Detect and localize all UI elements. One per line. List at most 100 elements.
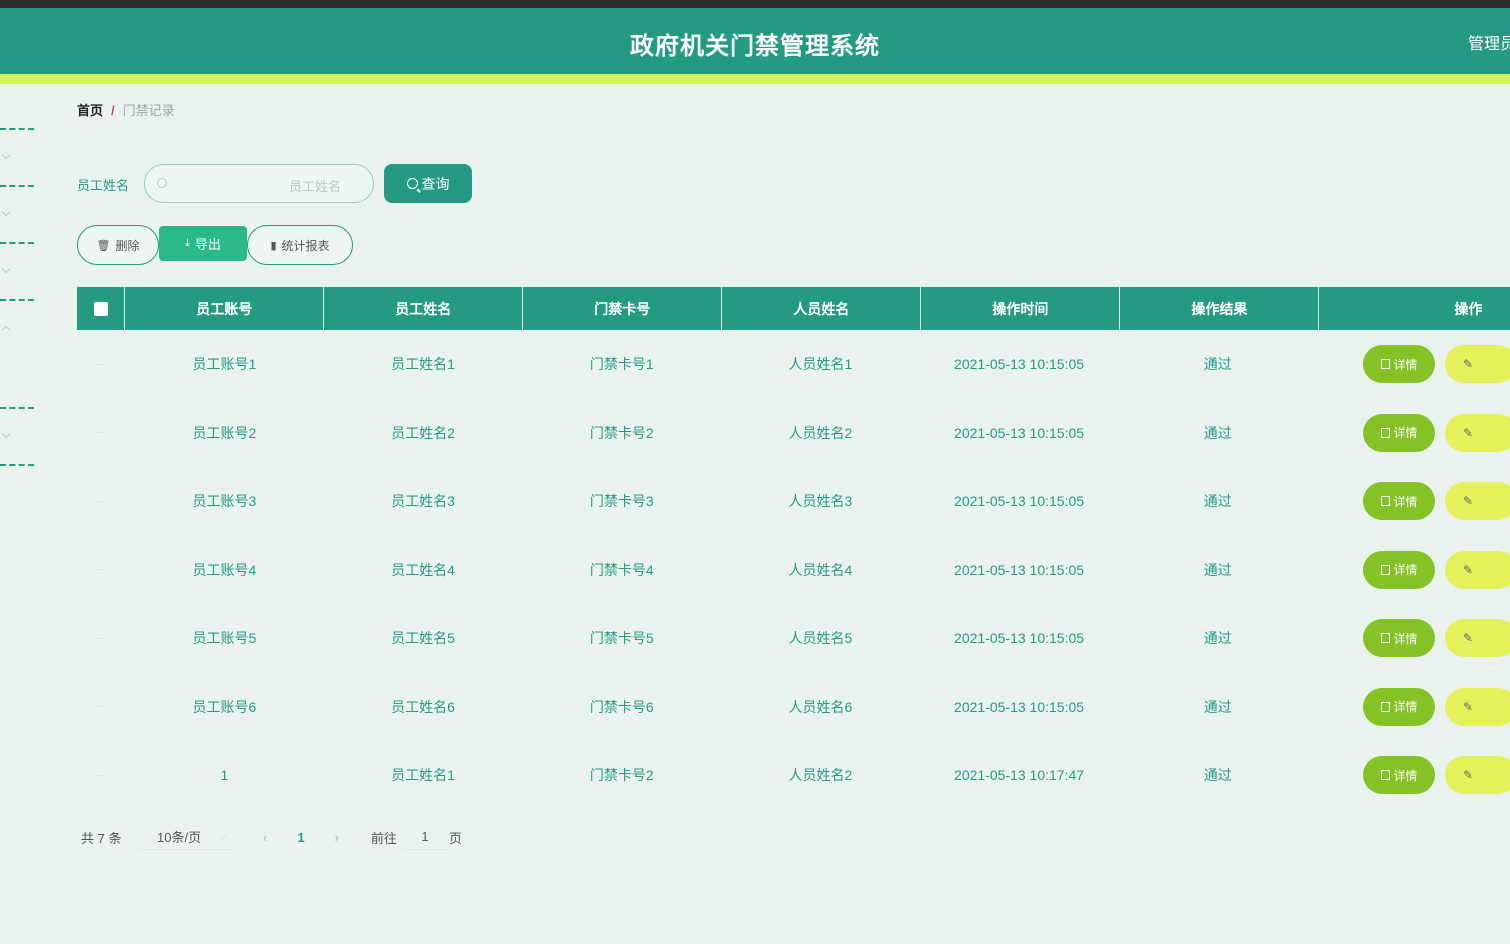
row-select-cell <box>77 706 125 708</box>
pencil-icon: ✎ <box>1463 494 1474 509</box>
app-title: 政府机关门禁管理系统 <box>630 33 880 60</box>
detail-button-label: 详情 <box>1393 700 1418 715</box>
edit-button[interactable]: ✎ <box>1445 756 1510 795</box>
column-header[interactable]: 人员姓名 <box>722 287 922 330</box>
next-page-button[interactable]: › <box>335 830 339 845</box>
table-header: 员工账号 员工姓名 门禁卡号 人员姓名 操作时间 操作结果 操作 <box>77 287 1510 330</box>
cell-time: 2021-05-13 10:15:05 <box>954 493 1085 510</box>
column-header[interactable]: 员工账号 <box>125 287 325 330</box>
select-all-cell <box>77 287 126 330</box>
cell-result: 通过 <box>1203 630 1232 647</box>
cell-card: 门禁卡号5 <box>589 630 654 647</box>
chevron-down-icon[interactable] <box>1 264 11 274</box>
row-checkbox[interactable] <box>95 706 108 708</box>
chevron-up-icon[interactable] <box>1 325 11 335</box>
row-actions: 详情 ✎ <box>1317 482 1510 521</box>
column-header[interactable]: 操作时间 <box>921 287 1121 330</box>
document-icon <box>1380 633 1390 644</box>
row-select-cell <box>77 637 125 639</box>
page-number-current[interactable]: 1 <box>297 830 304 845</box>
prev-page-button[interactable]: ‹ <box>263 830 267 845</box>
chevron-down-icon: ⌵ <box>219 831 227 842</box>
cell-person: 人员姓名2 <box>788 767 853 784</box>
row-actions: 详情 ✎ <box>1317 756 1510 795</box>
row-checkbox[interactable] <box>95 500 108 502</box>
table-row: 员工账号3 员工姓名3 门禁卡号3 人员姓名3 2021-05-13 10:15:05 通… <box>77 467 1510 536</box>
detail-button[interactable]: 详情 <box>1363 756 1436 795</box>
sidebar-item[interactable] <box>0 185 34 187</box>
detail-button-label: 详情 <box>1393 563 1418 578</box>
cell-name: 员工姓名1 <box>391 767 455 784</box>
report-button[interactable]: ▮ 统计报表 <box>247 225 353 265</box>
table-row: 员工账号6 员工姓名6 门禁卡号6 人员姓名6 2021-05-13 10:15:05 通… <box>77 673 1510 742</box>
cell-person: 人员姓名5 <box>788 630 853 647</box>
cell-name: 员工姓名5 <box>391 630 455 647</box>
sidebar-item[interactable] <box>0 464 34 466</box>
records-table: 员工账号 员工姓名 门禁卡号 人员姓名 操作时间 操作结果 操作 员工账号1 员工… <box>77 287 1510 810</box>
column-header[interactable]: 门禁卡号 <box>523 287 723 330</box>
edit-button[interactable]: ✎ <box>1445 482 1510 521</box>
row-select-cell <box>77 569 125 571</box>
column-header[interactable]: 员工姓名 <box>324 287 524 330</box>
goto-page-input[interactable]: 1 <box>402 824 447 850</box>
breadcrumb-separator: / <box>111 103 115 118</box>
cell-name: 员工姓名2 <box>391 424 455 441</box>
header-accent-bar <box>0 74 1510 84</box>
table-row: 1 员工姓名1 门禁卡号2 人员姓名2 2021-05-13 10:17:47 通过 详情… <box>77 741 1510 810</box>
detail-button[interactable]: 详情 <box>1363 413 1436 452</box>
breadcrumb-home[interactable]: 首页 <box>77 103 103 118</box>
trash-icon: 🗑 <box>96 239 111 252</box>
export-button[interactable]: ⤓ 导出 <box>159 226 247 261</box>
row-checkbox[interactable] <box>95 637 108 639</box>
detail-button[interactable]: 详情 <box>1363 482 1436 521</box>
cell-result: 通过 <box>1203 767 1232 784</box>
delete-button[interactable]: 🗑 删除 <box>77 225 159 265</box>
sidebar-item[interactable] <box>0 299 34 301</box>
query-button-label: 查询 <box>421 175 450 192</box>
row-checkbox[interactable] <box>95 432 108 434</box>
edit-button[interactable]: ✎ <box>1445 550 1510 589</box>
pencil-icon: ✎ <box>1463 357 1474 372</box>
pencil-icon: ✎ <box>1463 425 1474 440</box>
export-button-label: 导出 <box>194 237 221 252</box>
cell-account: 员工账号6 <box>192 698 257 715</box>
sidebar-item[interactable] <box>0 242 34 244</box>
cell-card: 门禁卡号1 <box>589 356 654 373</box>
row-checkbox[interactable] <box>95 774 108 776</box>
detail-button[interactable]: 详情 <box>1363 345 1436 384</box>
detail-button[interactable]: 详情 <box>1363 550 1436 589</box>
edit-button[interactable]: ✎ <box>1445 687 1510 726</box>
page-size-select[interactable]: 10条/页 ⌵ <box>139 824 235 850</box>
edit-button[interactable]: ✎ <box>1445 619 1510 658</box>
chevron-down-icon[interactable] <box>1 150 11 160</box>
detail-button[interactable]: 详情 <box>1363 687 1436 726</box>
row-checkbox[interactable] <box>95 569 108 571</box>
cell-time: 2021-05-13 10:17:47 <box>954 767 1085 784</box>
sidebar-item[interactable] <box>0 407 34 409</box>
report-button-label: 统计报表 <box>281 238 330 253</box>
row-actions: 详情 ✎ <box>1317 413 1510 452</box>
app-header: 政府机关门禁管理系统 管理员 <box>0 8 1510 74</box>
select-all-checkbox[interactable] <box>93 301 108 316</box>
cell-account: 员工账号5 <box>192 630 257 647</box>
search-input[interactable]: 员工姓名 <box>144 164 374 203</box>
chevron-down-icon[interactable] <box>1 207 11 217</box>
cell-time: 2021-05-13 10:15:05 <box>954 698 1085 715</box>
column-header: 操作 <box>1454 300 1483 317</box>
query-button[interactable]: 查询 <box>384 164 472 203</box>
row-checkbox[interactable] <box>95 363 108 365</box>
chevron-down-icon[interactable] <box>1 429 11 439</box>
sidebar-item[interactable] <box>0 128 34 130</box>
row-actions: 详情 ✎ <box>1317 619 1510 658</box>
window-top-strip <box>0 0 1510 8</box>
cell-person: 人员姓名2 <box>788 424 853 441</box>
edit-button[interactable]: ✎ <box>1445 413 1510 452</box>
document-icon <box>1380 427 1390 438</box>
detail-button[interactable]: 详情 <box>1363 619 1436 658</box>
header-user-label[interactable]: 管理员 <box>1468 30 1510 54</box>
edit-button[interactable]: ✎ <box>1445 345 1510 384</box>
goto-label: 前往 <box>370 830 397 846</box>
goto-page-suffix: 页 <box>448 830 462 846</box>
column-header[interactable]: 操作结果 <box>1120 287 1320 330</box>
document-icon <box>1380 564 1390 575</box>
